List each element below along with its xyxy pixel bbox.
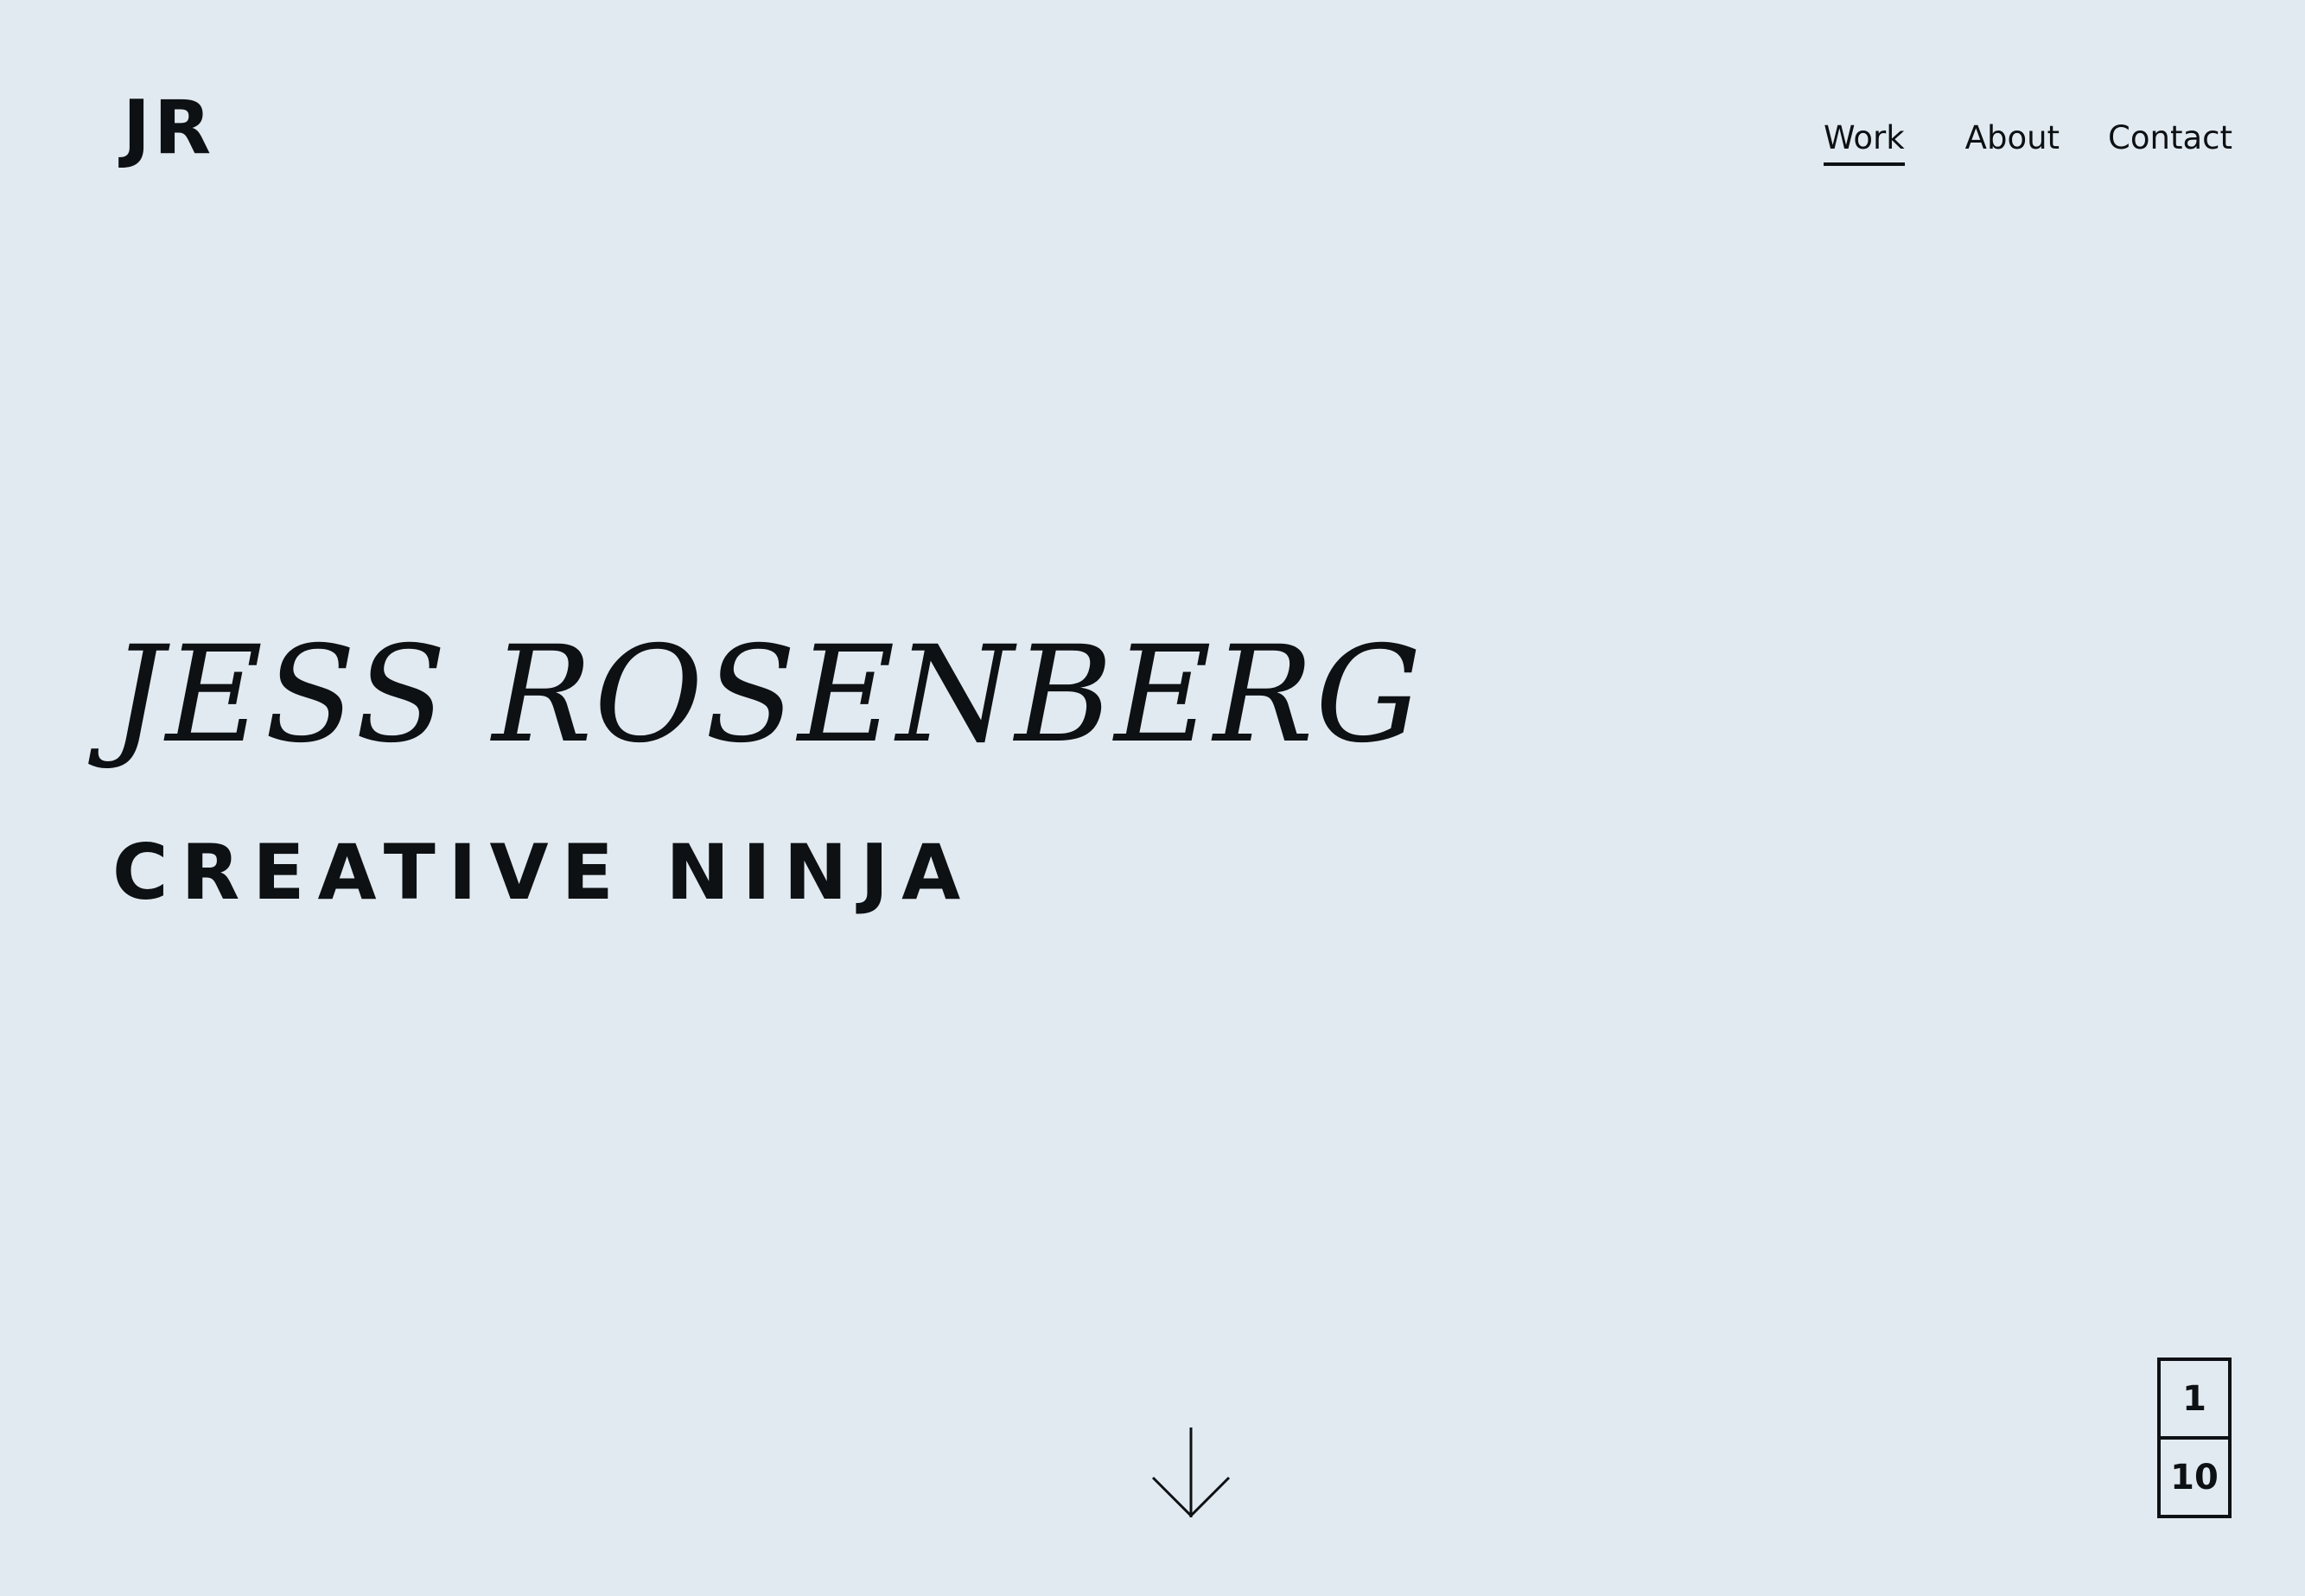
pager-current: 1 [2161,1361,2228,1440]
hero-name: JESS ROSENBERG [111,618,1423,773]
nav-link-about[interactable]: About [1965,119,2060,166]
logo[interactable]: JR [123,91,214,165]
arrow-down-icon [1151,1427,1231,1518]
pager-total: 10 [2170,1457,2219,1497]
nav-link-work[interactable]: Work [1823,119,1905,167]
scroll-down-button[interactable] [1149,1427,1232,1523]
slide-pager: 1 10 [2157,1358,2232,1518]
main-nav: Work About Contact [1823,119,2232,167]
hero-title: CREATIVE NINJA [112,828,974,917]
nav-link-contact[interactable]: Contact [2108,119,2232,166]
